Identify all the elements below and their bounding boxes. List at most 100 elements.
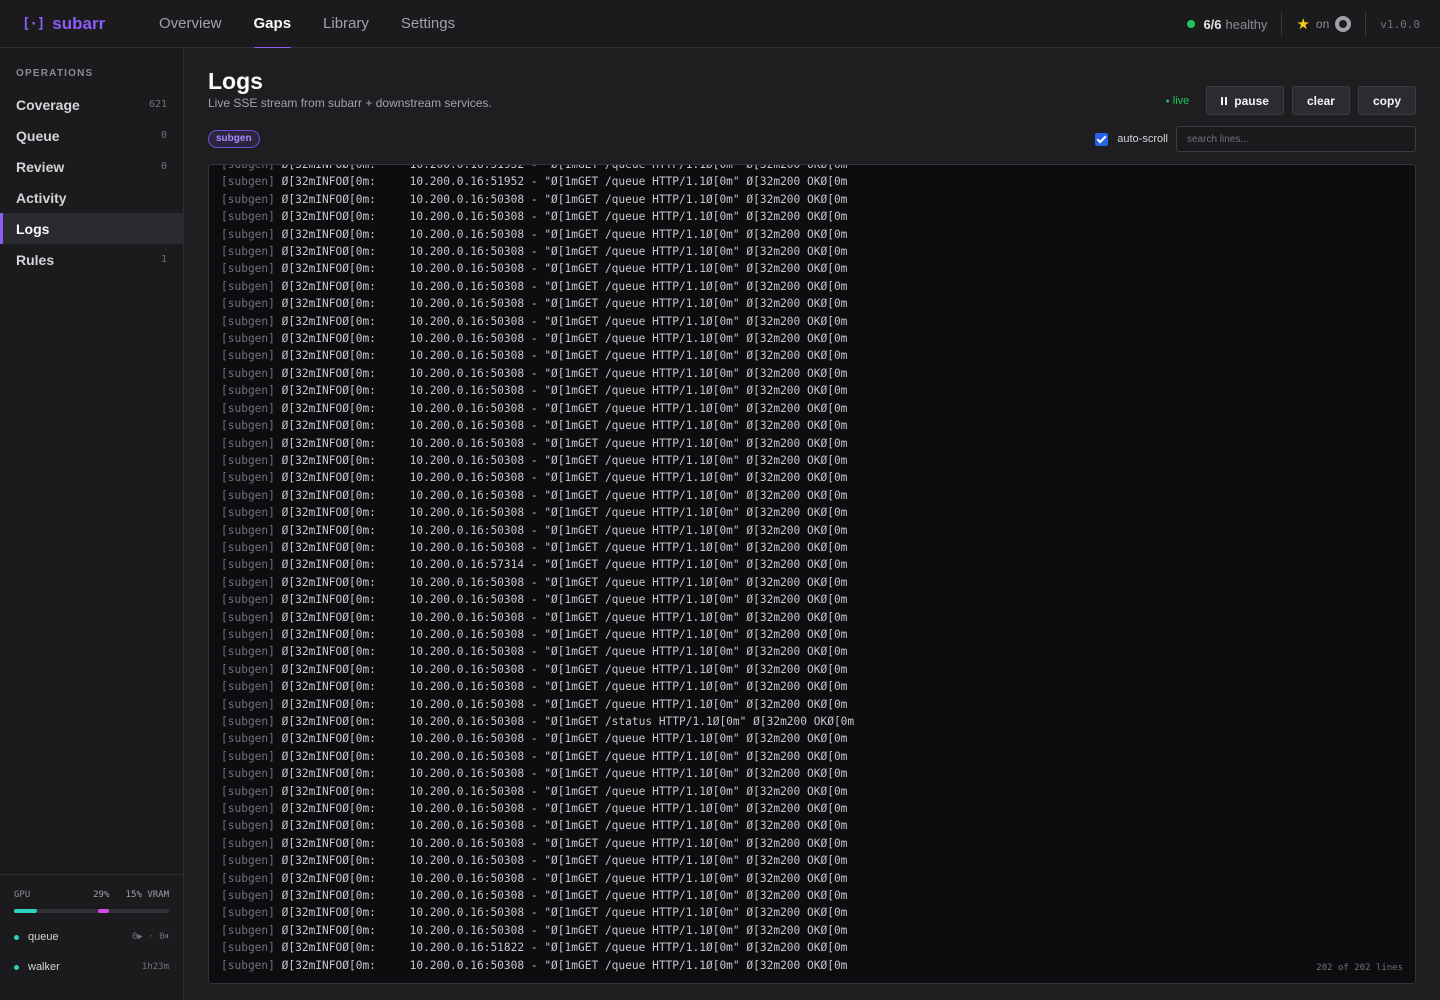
log-message: 10.200.0.16:50308 - "Ø[1mGET /queue HTTP…	[375, 819, 848, 833]
log-level: Ø[32mINFOØ[0m:	[274, 245, 376, 259]
log-line: [subgen] Ø[32mINFOØ[0m: 10.200.0.16:5030…	[221, 730, 1403, 747]
tab-gaps[interactable]: Gaps	[238, 0, 308, 49]
log-level: Ø[32mINFOØ[0m:	[274, 732, 376, 746]
log-source: [subgen]	[221, 164, 275, 171]
source-filter-tag[interactable]: subgen	[208, 130, 260, 148]
log-level: Ø[32mINFOØ[0m:	[274, 453, 376, 467]
brand-name: subarr	[52, 13, 106, 33]
log-level: Ø[32mINFOØ[0m:	[274, 941, 376, 955]
sidebar-item-activity[interactable]: Activity	[0, 182, 183, 213]
log-message: 10.200.0.16:50308 - "Ø[1mGET /queue HTTP…	[375, 540, 848, 554]
sidebar-item-label: Rules	[16, 251, 55, 268]
version-label: v1.0.0	[1380, 17, 1420, 31]
health-indicator[interactable]: 6/6 healthy	[1187, 17, 1281, 32]
log-lines: [subgen] Ø[32mINFOØ[0m: 10.200.0.16:5195…	[221, 164, 1403, 974]
sidebar-item-coverage[interactable]: Coverage 621	[0, 89, 183, 120]
log-source: [subgen]	[221, 941, 275, 955]
log-message: 10.200.0.16:50308 - "Ø[1mGET /queue HTTP…	[375, 645, 848, 659]
autoscroll-label[interactable]: auto-scroll	[1117, 133, 1168, 145]
copy-button[interactable]: copy	[1357, 86, 1416, 115]
log-line: [subgen] Ø[32mINFOØ[0m: 10.200.0.16:5030…	[221, 382, 1403, 399]
log-line: [subgen] Ø[32mINFOØ[0m: 10.200.0.16:5030…	[221, 400, 1403, 417]
log-line: [subgen] Ø[32mINFOØ[0m: 10.200.0.16:5030…	[221, 522, 1403, 539]
gpu-bars	[14, 909, 169, 913]
log-message: 10.200.0.16:50308 - "Ø[1mGET /queue HTTP…	[375, 906, 848, 920]
log-line: [subgen] Ø[32mINFOØ[0m: 10.200.0.16:5030…	[221, 191, 1403, 208]
top-bar: [·] subarr Overview Gaps Library Setting…	[0, 0, 1440, 49]
log-source: [subgen]	[221, 854, 275, 868]
log-source: [subgen]	[221, 871, 275, 885]
github-icon	[1335, 16, 1352, 32]
log-line: [subgen] Ø[32mINFOØ[0m: 10.200.0.16:5030…	[221, 852, 1403, 869]
log-line: [subgen] Ø[32mINFOØ[0m: 10.200.0.16:5030…	[221, 696, 1403, 713]
sidebar-item-label: Activity	[16, 189, 67, 206]
log-line: [subgen] Ø[32mINFOØ[0m: 10.200.0.16:5195…	[221, 173, 1403, 190]
log-message: 10.200.0.16:50308 - "Ø[1mGET /queue HTTP…	[375, 349, 848, 363]
log-message: 10.200.0.16:51952 - "Ø[1mGET /queue HTTP…	[375, 164, 848, 171]
log-source: [subgen]	[221, 523, 275, 537]
log-source: [subgen]	[221, 436, 275, 450]
pause-button[interactable]: pause	[1206, 86, 1284, 115]
log-message: 10.200.0.16:50308 - "Ø[1mGET /queue HTTP…	[375, 680, 848, 694]
log-level: Ø[32mINFOØ[0m:	[274, 506, 376, 520]
log-line: [subgen] Ø[32mINFOØ[0m: 10.200.0.16:5030…	[221, 800, 1403, 817]
log-level: Ø[32mINFOØ[0m:	[274, 164, 376, 171]
log-line: [subgen] Ø[32mINFOØ[0m: 10.200.0.16:5030…	[221, 574, 1403, 591]
log-level: Ø[32mINFOØ[0m:	[274, 436, 376, 450]
log-source: [subgen]	[221, 889, 275, 903]
log-source: [subgen]	[221, 366, 275, 380]
worker-queue[interactable]: queue 0▶ · 0⏸	[14, 931, 169, 943]
tab-overview[interactable]: Overview	[143, 0, 238, 48]
sidebar-item-rules[interactable]: Rules 1	[0, 244, 183, 275]
log-message: 10.200.0.16:51952 - "Ø[1mGET /queue HTTP…	[375, 175, 848, 189]
log-message: 10.200.0.16:50308 - "Ø[1mGET /queue HTTP…	[375, 593, 848, 607]
tab-library[interactable]: Library	[307, 0, 385, 48]
main-content: Logs Live SSE stream from subarr + downs…	[184, 48, 1440, 1000]
sidebar-item-review[interactable]: Review 0	[0, 151, 183, 182]
log-level: Ø[32mINFOØ[0m:	[274, 558, 376, 572]
log-line: [subgen] Ø[32mINFOØ[0m: 10.200.0.16:5030…	[221, 226, 1403, 243]
tab-settings[interactable]: Settings	[385, 0, 471, 48]
gpu-util: 29%	[93, 890, 110, 900]
worker-walker[interactable]: walker 1h23m	[14, 961, 169, 973]
log-level: Ø[32mINFOØ[0m:	[274, 349, 376, 363]
log-message: 10.200.0.16:51822 - "Ø[1mGET /queue HTTP…	[375, 941, 848, 955]
log-message: 10.200.0.16:50308 - "Ø[1mGET /queue HTTP…	[375, 506, 848, 520]
log-level: Ø[32mINFOØ[0m:	[274, 627, 376, 641]
log-message: 10.200.0.16:50308 - "Ø[1mGET /status HTT…	[375, 715, 855, 728]
log-level: Ø[32mINFOØ[0m:	[274, 784, 376, 798]
log-message: 10.200.0.16:50308 - "Ø[1mGET /queue HTTP…	[375, 871, 848, 885]
log-level: Ø[32mINFOØ[0m:	[274, 384, 376, 398]
log-level: Ø[32mINFOØ[0m:	[274, 958, 376, 972]
log-source: [subgen]	[221, 645, 275, 659]
sidebar-item-label: Logs	[16, 220, 50, 237]
log-level: Ø[32mINFOØ[0m:	[274, 889, 376, 903]
log-panel[interactable]: [subgen] Ø[32mINFOØ[0m: 10.200.0.16:5195…	[208, 164, 1416, 984]
log-line: [subgen] Ø[32mINFOØ[0m: 10.200.0.16:5030…	[221, 504, 1403, 521]
log-source: [subgen]	[221, 767, 275, 781]
log-line: [subgen] Ø[32mINFOØ[0m: 10.200.0.16:5030…	[221, 435, 1403, 452]
log-level: Ø[32mINFOØ[0m:	[274, 227, 376, 241]
worker-status-dot-icon	[14, 964, 19, 970]
log-level: Ø[32mINFOØ[0m:	[274, 645, 376, 659]
log-message: 10.200.0.16:57314 - "Ø[1mGET /queue HTTP…	[375, 558, 848, 572]
log-message: 10.200.0.16:50308 - "Ø[1mGET /queue HTTP…	[375, 575, 848, 589]
log-line: [subgen] Ø[32mINFOØ[0m: 10.200.0.16:5030…	[221, 904, 1403, 921]
log-source: [subgen]	[221, 593, 275, 607]
log-message: 10.200.0.16:50308 - "Ø[1mGET /queue HTTP…	[375, 523, 848, 537]
github-star-link[interactable]: ★ on	[1282, 15, 1365, 33]
brand[interactable]: [·] subarr	[22, 14, 143, 34]
log-level: Ø[32mINFOØ[0m:	[274, 836, 376, 850]
search-input[interactable]	[1176, 126, 1416, 152]
worker-name: walker	[28, 961, 60, 973]
autoscroll-checkbox[interactable]	[1095, 132, 1109, 146]
sidebar-item-queue[interactable]: Queue 0	[0, 120, 183, 151]
log-line: [subgen] Ø[32mINFOØ[0m: 10.200.0.16:5030…	[221, 713, 1403, 730]
log-message: 10.200.0.16:50308 - "Ø[1mGET /queue HTTP…	[375, 889, 848, 903]
log-line: [subgen] Ø[32mINFOØ[0m: 10.200.0.16:5030…	[221, 243, 1403, 260]
sidebar-item-logs[interactable]: Logs	[0, 213, 183, 244]
star-label: on	[1315, 17, 1330, 31]
clear-button[interactable]: clear	[1291, 86, 1350, 115]
log-source: [subgen]	[221, 349, 275, 363]
log-level: Ø[32mINFOØ[0m:	[274, 871, 376, 885]
